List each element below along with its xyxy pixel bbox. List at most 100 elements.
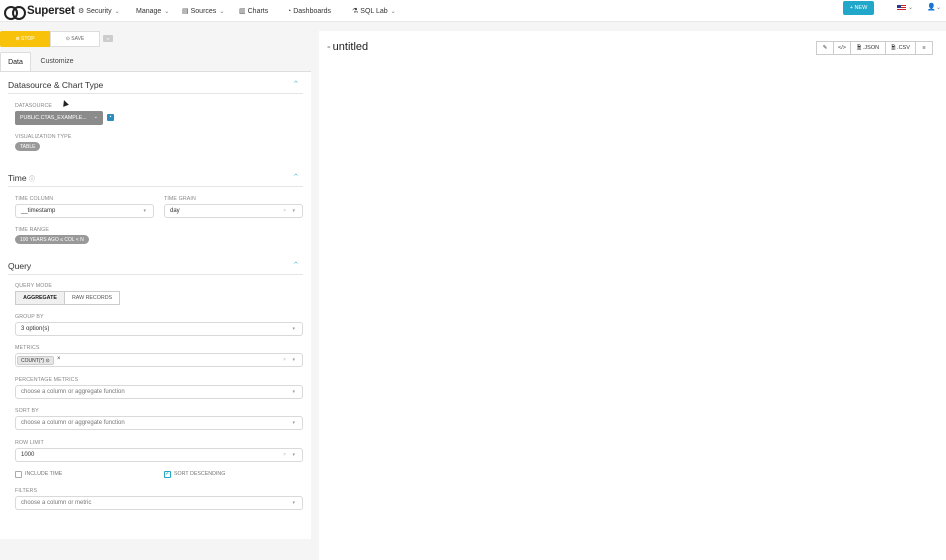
percentage-metrics-placeholder: choose a column or aggregate function	[21, 389, 125, 395]
time-range-label: TIME RANGE	[15, 227, 49, 233]
control-tabs: Data Customize	[0, 52, 83, 71]
aggregate-toggle[interactable]: AGGREGATE	[15, 291, 65, 305]
chevron-down-icon: ⌄	[219, 8, 225, 15]
edit-icon[interactable]: ✎	[816, 41, 834, 55]
time-grain-value: day	[170, 208, 180, 214]
filters-label: FILTERS	[15, 488, 38, 494]
flask-icon: ⚗	[352, 8, 359, 15]
chevron-up-icon[interactable]: ^	[294, 80, 298, 85]
nav-security-label: Security	[86, 7, 112, 15]
edit-datasource-icon[interactable]: ▪	[107, 114, 114, 121]
time-column-value: __timestamp	[21, 208, 56, 214]
time-column-label: TIME COLUMN	[15, 196, 54, 202]
query-mode-label: QUERY MODE	[15, 283, 53, 289]
clear-icon[interactable]: ×	[283, 357, 286, 363]
nav-manage-label: Manage	[136, 7, 162, 15]
chevron-down-icon: ▾	[292, 357, 295, 363]
time-grain-label: TIME GRAIN	[164, 196, 196, 202]
nav-sources-label: Sources	[190, 7, 217, 15]
code-icon[interactable]: </>	[833, 41, 851, 55]
datasource-value: PUBLIC.CTAS_EXAMPLE...	[20, 115, 87, 121]
chevron-down-icon: ▾	[143, 208, 146, 214]
stop-button[interactable]: ⊗ STOP	[0, 31, 50, 47]
nav-security[interactable]: ⚙ Security ⌄	[78, 3, 120, 19]
remove-metric-icon[interactable]: ×	[57, 356, 61, 362]
gear-icon: ⚙	[78, 8, 85, 15]
viz-type-pill[interactable]: TABLE	[15, 142, 41, 151]
chart-actions: ✎ </> 🗎 .JSON 🗎 .CSV ≡	[816, 41, 933, 55]
time-column-select[interactable]: __timestamp ▾	[15, 204, 154, 218]
viz-type-label: VISUALIZATION TYPE	[15, 134, 72, 140]
divider	[8, 93, 303, 94]
group-by-select[interactable]: 3 option(s) ▾	[15, 322, 303, 336]
nav-dashboards[interactable]: ◔ Dashboards	[287, 3, 331, 19]
include-time-label[interactable]: INCLUDE TIME	[25, 471, 62, 477]
chevron-up-icon[interactable]: ^	[294, 261, 298, 266]
chevron-down-icon: ▾	[292, 208, 295, 214]
datasource-label: DATASOURCE	[15, 103, 53, 109]
metrics-label: METRICS	[15, 345, 40, 351]
dashboard-icon: ◔	[287, 7, 292, 15]
section-title-datasource[interactable]: Datasource & Chart Type	[8, 80, 103, 90]
info-icon[interactable]: ⓘ	[29, 177, 35, 183]
sort-by-placeholder: choose a column or aggregate function	[21, 420, 125, 426]
database-icon: ▤	[182, 8, 189, 15]
chevron-down-icon: ⌄	[908, 5, 914, 11]
sort-descending-checkbox[interactable]	[164, 470, 171, 478]
time-range-pill[interactable]: 100 YEARS AGO ≤ COL < N	[15, 235, 89, 244]
row-limit-select[interactable]: 1000 × ▾	[15, 448, 303, 462]
tab-data[interactable]: Data	[0, 52, 31, 71]
superset-logo-icon	[4, 6, 26, 20]
section-title-time[interactable]: Time ⓘ	[8, 173, 35, 183]
row-limit-label: ROW LIMIT	[15, 440, 44, 446]
include-time-checkbox[interactable]	[15, 471, 22, 478]
query-button-row: ⊗ STOP ⊙ SAVE ▪▪	[0, 31, 113, 47]
chevron-down-icon: ▾	[292, 500, 295, 506]
brand-name: Superset	[27, 5, 75, 17]
time-title-text: Time	[8, 173, 27, 183]
filters-placeholder: choose a column or metric	[21, 500, 92, 506]
datasource-selector[interactable]: PUBLIC.CTAS_EXAMPLE... ⌄	[15, 111, 103, 125]
sort-by-select[interactable]: choose a column or aggregate function ▾	[15, 416, 303, 430]
brand-logo[interactable]: Superset	[4, 2, 75, 20]
tab-customize[interactable]: Customize	[31, 52, 83, 71]
more-icon[interactable]: ▪▪	[103, 35, 113, 42]
row-limit-value: 1000	[21, 452, 35, 458]
nav-charts[interactable]: ▥ Charts	[239, 3, 268, 19]
chart-title[interactable]: - untitled	[327, 41, 368, 53]
user-icon[interactable]: 👤	[927, 3, 936, 11]
clear-icon[interactable]: ×	[283, 452, 286, 458]
chevron-down-icon: ⌄	[936, 5, 942, 11]
chart-panel	[319, 31, 946, 560]
group-by-label: GROUP BY	[15, 314, 44, 320]
chevron-down-icon: ⌄	[390, 8, 396, 15]
clear-icon[interactable]: ×	[283, 208, 286, 214]
sort-descending-label[interactable]: SORT DESCENDING	[174, 471, 225, 477]
percentage-metrics-select[interactable]: choose a column or aggregate function ▾	[15, 385, 303, 399]
filters-select[interactable]: choose a column or metric ▾	[15, 496, 303, 510]
new-button[interactable]: + NEW	[843, 1, 874, 15]
chevron-down-icon: ⌄	[164, 8, 170, 15]
chevron-down-icon: ▾	[292, 326, 295, 332]
menu-icon[interactable]: ≡	[915, 41, 933, 55]
chevron-down-icon: ⌄	[93, 114, 98, 120]
nav-sources[interactable]: ▤ Sources ⌄	[182, 3, 224, 19]
chevron-up-icon[interactable]: ^	[294, 173, 298, 178]
divider	[8, 186, 303, 187]
nav-sqllab[interactable]: ⚗ SQL Lab ⌄	[352, 3, 396, 19]
percentage-metrics-label: PERCENTAGE METRICS	[15, 377, 79, 383]
chevron-down-icon: ▾	[292, 389, 295, 395]
time-grain-select[interactable]: day × ▾	[164, 204, 303, 218]
chevron-down-icon: ⌄	[114, 8, 120, 15]
raw-records-toggle[interactable]: RAW RECORDS	[64, 291, 120, 305]
us-flag-icon[interactable]	[897, 5, 906, 11]
divider	[8, 274, 303, 275]
csv-button[interactable]: 🗎 .CSV	[885, 41, 916, 55]
section-title-query[interactable]: Query	[8, 261, 31, 271]
nav-manage[interactable]: Manage ⌄	[136, 3, 169, 19]
nav-dashboards-label: Dashboards	[293, 7, 331, 15]
metric-tag-count[interactable]: COUNT(*) ⊙	[17, 356, 54, 365]
save-button[interactable]: ⊙ SAVE	[50, 31, 100, 47]
json-button[interactable]: 🗎 .JSON	[850, 41, 886, 55]
controls-container	[0, 71, 311, 539]
